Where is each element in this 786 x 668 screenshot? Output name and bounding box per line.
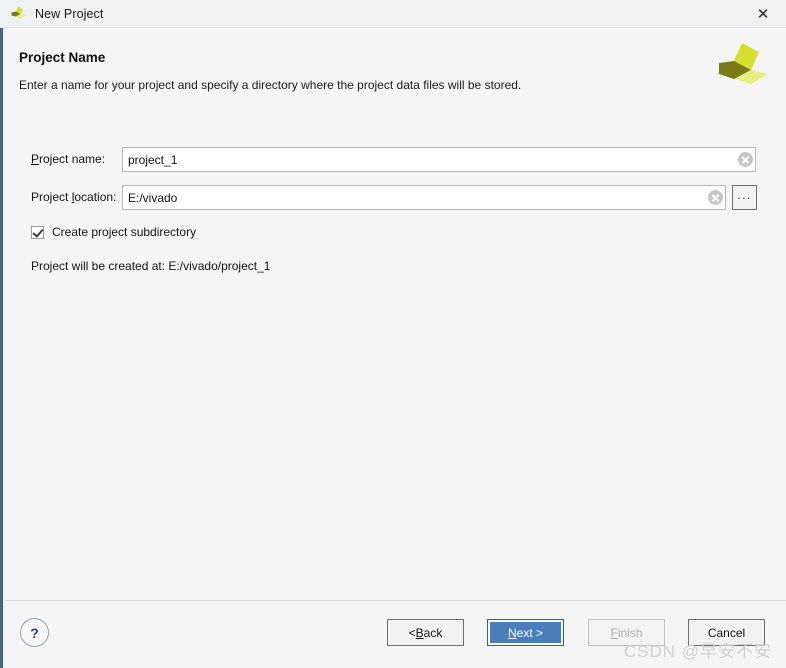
- xilinx-logo-icon: [715, 41, 769, 91]
- browse-button[interactable]: ...: [732, 185, 757, 210]
- page-subtitle: Enter a name for your project and specif…: [19, 78, 522, 92]
- dialog-header: Project Name Enter a name for your proje…: [5, 29, 786, 119]
- window-title: New Project: [35, 6, 104, 21]
- back-button-mnemonic: B: [415, 625, 424, 640]
- help-button[interactable]: ?: [20, 618, 49, 647]
- project-location-input[interactable]: [122, 185, 726, 210]
- project-name-label: Project name:: [31, 152, 106, 166]
- finish-button-mnemonic: F: [610, 625, 618, 640]
- create-subdirectory-label: Create project subdirectory: [52, 225, 197, 239]
- vivado-logo-icon: [9, 5, 27, 23]
- project-location-clear-icon[interactable]: [708, 190, 723, 205]
- cancel-button[interactable]: Cancel: [688, 619, 765, 646]
- project-name-label-mnemonic: P: [31, 152, 40, 166]
- create-subdirectory-row[interactable]: Create project subdirectory: [31, 225, 196, 239]
- create-subdirectory-checkbox[interactable]: [31, 225, 44, 239]
- left-accent-strip-inner: [3, 28, 5, 668]
- project-location-label: Project location:: [31, 190, 117, 204]
- title-bar: New Project ✕: [0, 0, 786, 28]
- project-name-input[interactable]: [122, 147, 756, 172]
- close-icon[interactable]: ✕: [746, 3, 780, 25]
- new-project-dialog: New Project ✕ Project Name Enter a name …: [0, 0, 786, 668]
- back-button[interactable]: < Back: [387, 619, 464, 646]
- next-button[interactable]: Next >: [487, 619, 564, 646]
- finish-button: Finish: [588, 619, 665, 646]
- footer-divider: [5, 600, 786, 601]
- project-name-clear-icon[interactable]: [738, 152, 753, 167]
- page-title: Project Name: [19, 50, 106, 65]
- project-path-status: Project will be created at: E:/vivado/pr…: [31, 259, 271, 273]
- next-button-mnemonic: N: [507, 625, 517, 640]
